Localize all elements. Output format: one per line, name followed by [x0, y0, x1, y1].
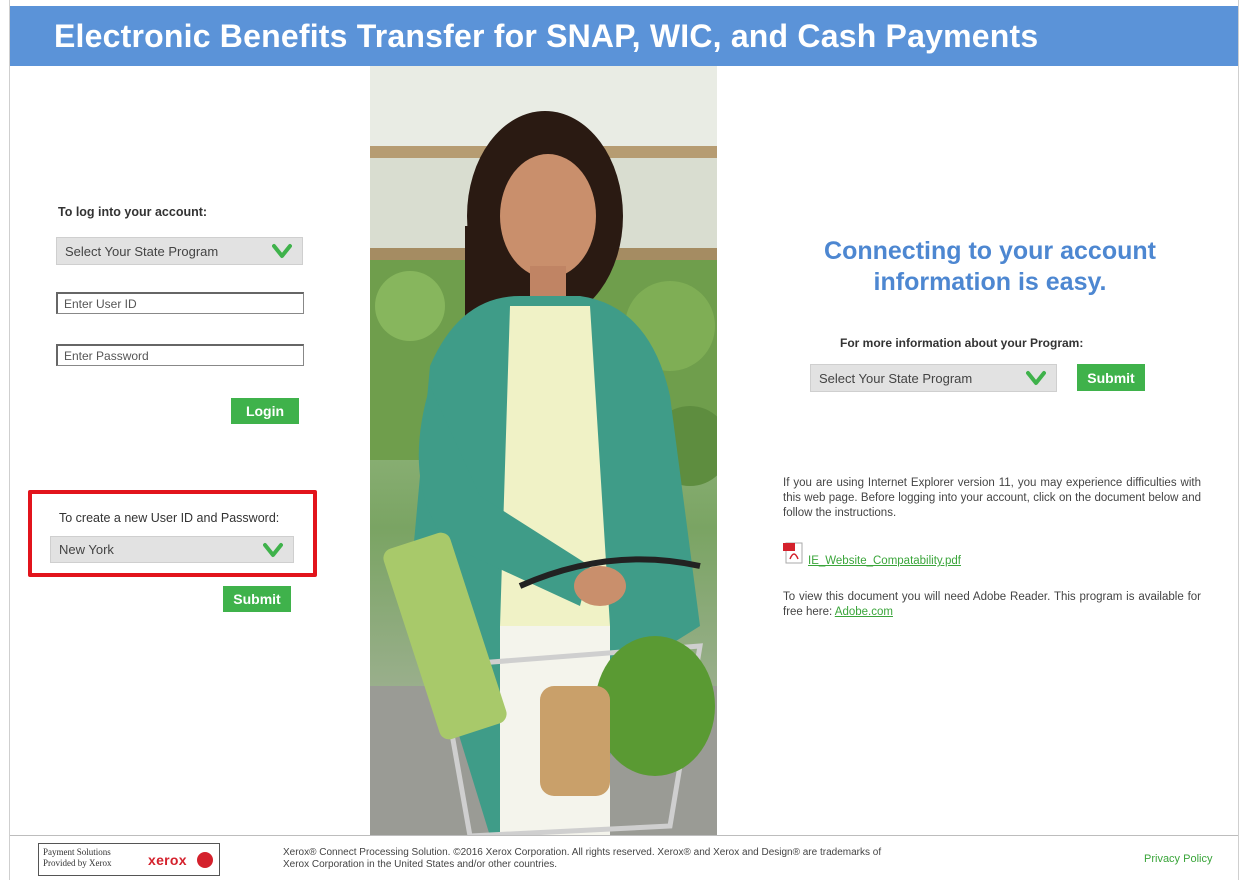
program-heading: For more information about your Program: [840, 336, 1084, 350]
footer-divider [10, 835, 1238, 836]
copyright-text: Xerox® Connect Processing Solution. ©201… [283, 847, 882, 870]
tagline-line2: information is easy. [873, 268, 1107, 296]
pdf-link[interactable]: IE_Website_Compatability.pdf [808, 554, 961, 569]
adobe-note: To view this document you will need Adob… [783, 590, 1201, 620]
create-state-select-value: New York [59, 542, 114, 557]
chevron-down-icon [1026, 371, 1046, 385]
create-account-highlight [28, 490, 317, 577]
xerox-wordmark: xerox [148, 852, 187, 868]
shopper-photo [370, 66, 717, 836]
adobe-link[interactable]: Adobe.com [835, 606, 893, 618]
page-title: Electronic Benefits Transfer for SNAP, W… [10, 6, 1238, 66]
badge-text: Payment Solutions Provided by Xerox [43, 847, 112, 869]
login-button[interactable]: Login [231, 398, 299, 424]
ie-notice: If you are using Internet Explorer versi… [783, 477, 1201, 519]
program-state-select-value: Select Your State Program [819, 370, 973, 386]
xerox-badge: Payment Solutions Provided by Xerox xero… [38, 843, 220, 876]
login-state-select-value: Select Your State Program [65, 243, 219, 259]
program-state-select[interactable]: Select Your State Program [810, 364, 1057, 392]
tagline-line1: Connecting to your account [824, 237, 1156, 265]
login-state-select[interactable]: Select Your State Program [56, 237, 303, 265]
privacy-policy-link[interactable]: Privacy Policy [1144, 853, 1212, 865]
chevron-down-icon [263, 542, 283, 557]
program-submit-button[interactable]: Submit [1077, 364, 1145, 391]
chevron-down-icon [272, 244, 292, 258]
pdf-icon [783, 541, 805, 565]
create-submit-button[interactable]: Submit [223, 586, 291, 612]
shopper-illustration [370, 66, 717, 836]
xerox-logo-icon [197, 852, 213, 868]
create-heading: To create a new User ID and Password: [59, 511, 280, 525]
create-state-select[interactable]: New York [50, 536, 294, 563]
userid-input[interactable] [56, 292, 304, 314]
tagline: Connecting to your account information i… [780, 236, 1200, 298]
password-input[interactable] [56, 344, 304, 366]
badge-line2: Provided by Xerox [43, 858, 112, 868]
badge-line1: Payment Solutions [43, 847, 111, 857]
login-heading: To log into your account: [58, 205, 208, 219]
